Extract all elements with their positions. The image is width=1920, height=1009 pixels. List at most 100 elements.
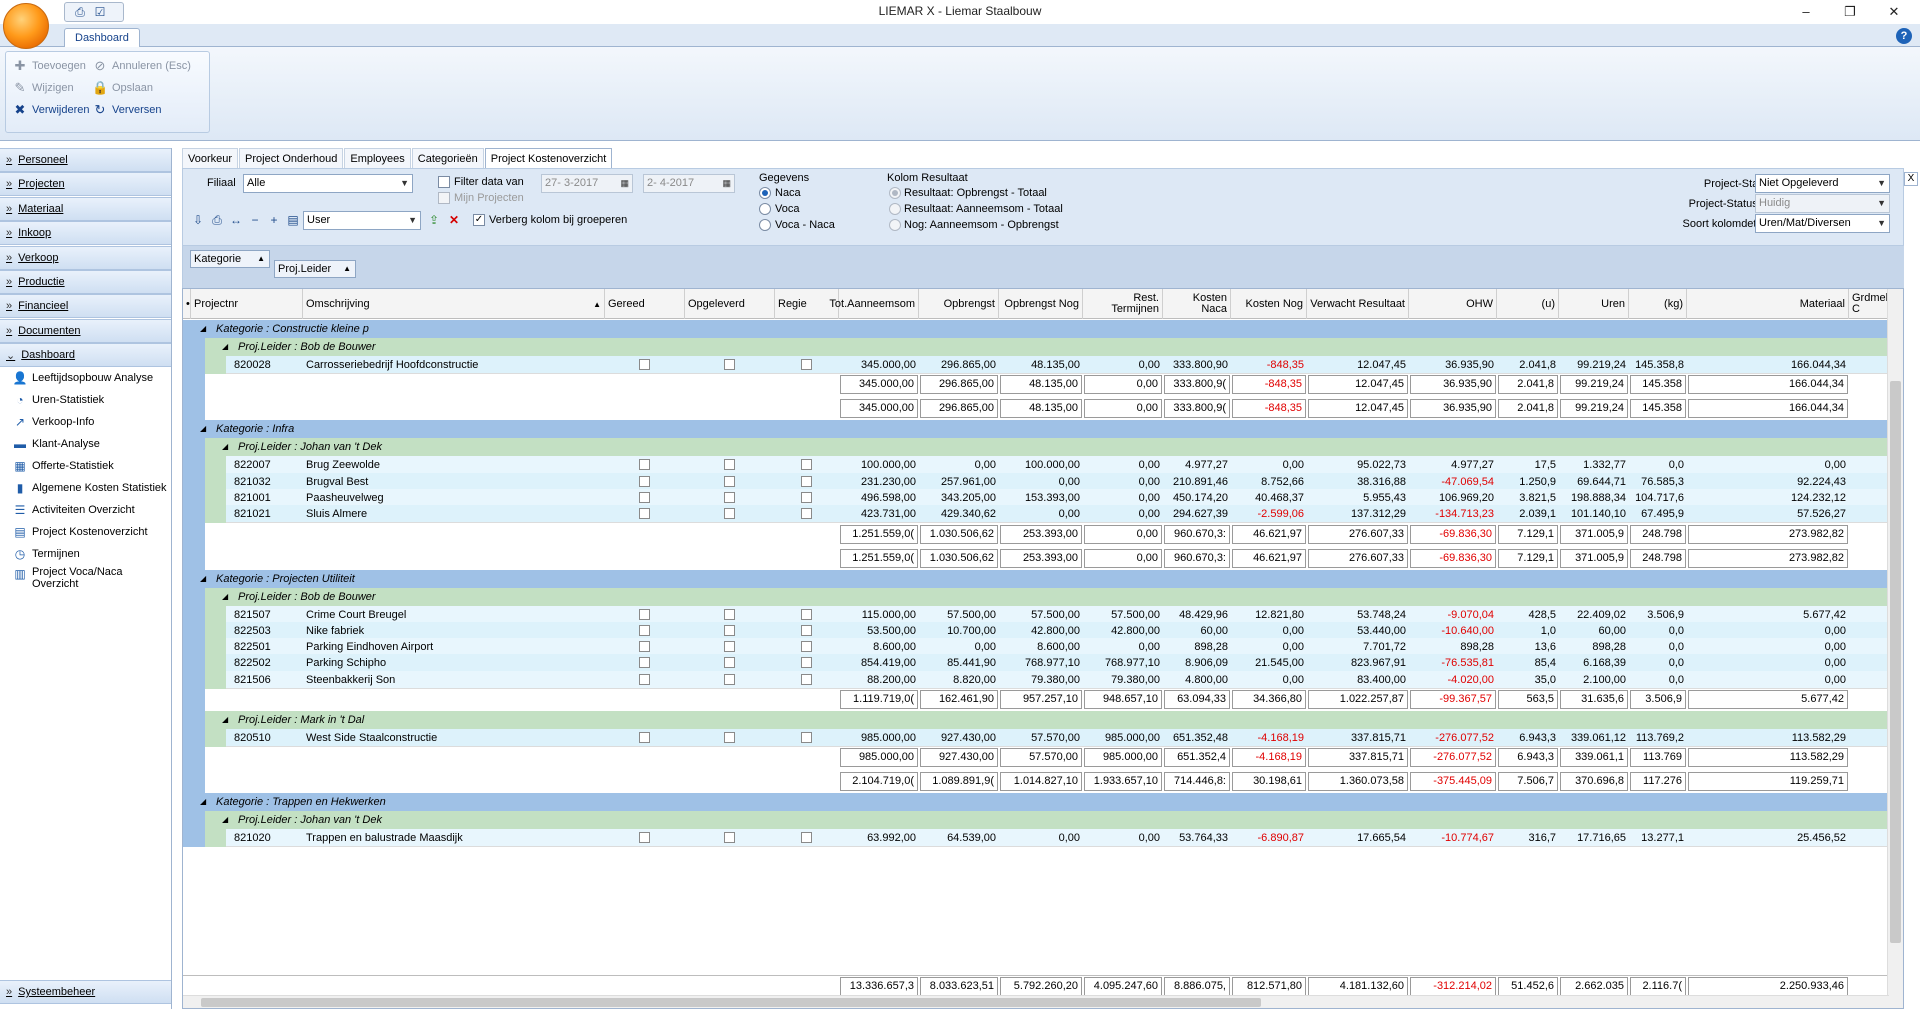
tab-3[interactable]: Categorieën: [411, 148, 484, 168]
cell-checkbox[interactable]: [801, 641, 812, 653]
cell-checkbox[interactable]: [724, 657, 735, 669]
annuleren-button[interactable]: ⊘ Annuleren (Esc): [92, 56, 191, 76]
summary-row[interactable]: 1.251.559,0(1.030.506,62 253.393,00 0,00 96…: [183, 545, 1903, 570]
nav-item-0[interactable]: 👤 Leeftijdsopbouw Analyse: [12, 368, 172, 388]
cell-checkbox[interactable]: [639, 491, 650, 503]
column-header-9[interactable]: Kosten Naca: [1163, 289, 1231, 319]
collapse-group-icon[interactable]: ◢: [219, 711, 231, 729]
column-header-3[interactable]: Opgeleverd: [685, 289, 775, 319]
verberg-kolom-checkbox[interactable]: ✓: [473, 214, 485, 226]
gegevens-voca-naca-radio[interactable]: [759, 219, 771, 231]
cell-checkbox[interactable]: [724, 608, 735, 620]
cell-checkbox[interactable]: [639, 832, 650, 844]
table-row[interactable]: 821021 Sluis Almere 423.731,00 429.340,62 0,…: [183, 505, 1903, 524]
tab-1[interactable]: Project Onderhoud: [239, 148, 344, 168]
tab-2[interactable]: Employees: [344, 148, 411, 168]
nav-section-systeembeheer[interactable]: » Systeembeheer: [0, 980, 171, 1004]
cell-checkbox[interactable]: [639, 624, 650, 636]
cell-checkbox[interactable]: [639, 508, 650, 520]
nav-item-6[interactable]: ☰ Activiteiten Overzicht: [12, 500, 172, 520]
nav-section-personeel[interactable]: » Personeel: [0, 148, 171, 172]
verversen-button[interactable]: ↻ Verversen: [92, 100, 162, 120]
table-row[interactable]: 822007 Brug Zeewolde 100.000,00 0,00 100.000…: [183, 456, 1903, 475]
cell-checkbox[interactable]: [639, 657, 650, 669]
summary-row[interactable]: 985.000,00 927.430,00 57.570,00 985.000,00 6…: [183, 745, 1903, 770]
project-status-op-select[interactable]: Huidig ▼: [1755, 194, 1890, 213]
group-row-proj-leider[interactable]: ◢ Proj.Leider : Johan van 't Dek: [183, 438, 1903, 457]
nav-item-2[interactable]: ↗ Verkoop-Info: [12, 412, 172, 432]
close-window-button[interactable]: ✕: [1880, 3, 1908, 21]
group-chip-proj-leider[interactable]: Proj.Leider ▲: [274, 260, 356, 278]
cell-checkbox[interactable]: [801, 624, 812, 636]
cell-checkbox[interactable]: [639, 459, 650, 471]
column-header-15[interactable]: (kg): [1629, 289, 1687, 319]
column-header-5[interactable]: Tot.Aanneemsom: [829, 289, 919, 319]
verwijderen-button[interactable]: ✖ Verwijderen: [12, 100, 90, 120]
summary-row[interactable]: 1.251.559,0(1.030.506,62 253.393,00 0,00 96…: [183, 521, 1903, 546]
opslaan-button[interactable]: 🔒 Opslaan: [92, 78, 153, 98]
cell-checkbox[interactable]: [724, 475, 735, 487]
cell-checkbox[interactable]: [801, 732, 812, 743]
cell-checkbox[interactable]: [639, 673, 650, 685]
group-row-proj-leider[interactable]: ◢ Proj.Leider : Bob de Bouwer: [183, 338, 1903, 356]
column-header-16[interactable]: Materiaal: [1687, 289, 1849, 319]
ribbon-tab-dashboard[interactable]: Dashboard: [64, 28, 140, 48]
cell-checkbox[interactable]: [724, 359, 735, 370]
cell-checkbox[interactable]: [801, 491, 812, 503]
nav-item-1[interactable]: ◔ Uren-Statistiek: [12, 390, 172, 410]
summary-row[interactable]: 345.000,00 296.865,00 48.135,00 0,00 333.800…: [183, 396, 1903, 421]
table-row[interactable]: 821506 Steenbakkerij Son 88.200,00 8.820,00…: [183, 670, 1903, 689]
cell-checkbox[interactable]: [639, 359, 650, 370]
column-header-1[interactable]: Omschrijving ▲: [303, 289, 605, 319]
column-header-8[interactable]: Rest. Termijnen: [1083, 289, 1163, 319]
layout-user-select[interactable]: User ▼: [303, 211, 421, 230]
cell-checkbox[interactable]: [639, 732, 650, 743]
print-icon[interactable]: ⎙: [208, 211, 226, 229]
filter-data-checkbox[interactable]: [438, 176, 450, 188]
table-row[interactable]: 821507 Crime Court Breugel 115.000,00 57.50…: [183, 605, 1903, 624]
tab-4[interactable]: Project Kostenoverzicht: [484, 148, 613, 168]
cell-checkbox[interactable]: [801, 459, 812, 471]
cell-checkbox[interactable]: [801, 673, 812, 685]
add-icon[interactable]: +: [265, 211, 283, 229]
group-row-proj-leider[interactable]: ◢ Proj.Leider : Bob de Bouwer: [183, 587, 1903, 606]
nav-item-8[interactable]: ◷ Termijnen: [12, 544, 172, 564]
close-tab-icon[interactable]: X: [1904, 172, 1918, 186]
nav-section-financieel[interactable]: » Financieel: [0, 294, 171, 319]
column-header-2[interactable]: Gereed: [605, 289, 685, 319]
date-to-field[interactable]: 2- 4-2017 ▦: [643, 174, 735, 193]
nav-section-inkoop[interactable]: » Inkoop: [0, 221, 171, 246]
cell-checkbox[interactable]: [724, 732, 735, 743]
nav-section-verkoop[interactable]: » Verkoop: [0, 245, 171, 270]
group-row-proj-leider[interactable]: ◢ Proj.Leider : Johan van 't Dek: [183, 811, 1903, 830]
table-row[interactable]: 820028 Carrosseriebedrijf Hoofdconstructi…: [183, 356, 1903, 374]
table-row[interactable]: 821032 Brugval Best 231.230,00 257.961,00 0,…: [183, 472, 1903, 491]
kolom-opt2-radio[interactable]: [889, 203, 901, 215]
group-chip-kategorie[interactable]: Kategorie ▲: [190, 250, 270, 268]
wijzigen-button[interactable]: ✎ Wijzigen: [12, 78, 74, 98]
cell-checkbox[interactable]: [639, 641, 650, 653]
group-row-proj-leider[interactable]: ◢ Proj.Leider : Mark in 't Dal: [183, 711, 1903, 729]
maximize-button[interactable]: ❐: [1836, 3, 1864, 21]
collapse-group-icon[interactable]: ◢: [197, 570, 209, 588]
table-row[interactable]: 820510 West Side Staalconstructie 985.000,…: [183, 729, 1903, 747]
table-row[interactable]: 822501 Parking Eindhoven Airport 8.600,00 0…: [183, 638, 1903, 657]
column-header-17[interactable]: Grdmeld C: [1849, 289, 1894, 319]
collapse-group-icon[interactable]: ◢: [219, 438, 231, 456]
layout-apply-icon[interactable]: ⇪: [425, 211, 443, 229]
horizontal-scroll-thumb[interactable]: [201, 998, 1261, 1007]
tab-0[interactable]: Voorkeur: [182, 148, 239, 168]
nav-item-3[interactable]: ▬ Klant-Analyse: [12, 434, 172, 454]
cell-checkbox[interactable]: [724, 508, 735, 520]
column-header-11[interactable]: Verwacht Resultaat: [1307, 289, 1409, 319]
toevoegen-button[interactable]: ✚ Toevoegen: [12, 56, 86, 76]
date-from-field[interactable]: 27- 3-2017 ▦: [541, 174, 633, 193]
project-status-select[interactable]: Niet Opgeleverd ▼: [1755, 174, 1890, 193]
summary-row[interactable]: 1.119.719,0(162.461,90 957.257,10 948.657,…: [183, 687, 1903, 711]
group-row-kategorie[interactable]: ◢ Kategorie : Infra: [183, 420, 1903, 439]
expand-icon[interactable]: ↔: [227, 211, 245, 229]
gegevens-naca-radio[interactable]: [759, 187, 771, 199]
nav-section-materiaal[interactable]: » Materiaal: [0, 196, 171, 221]
cell-checkbox[interactable]: [801, 657, 812, 669]
collapse-group-icon[interactable]: ◢: [197, 420, 209, 438]
